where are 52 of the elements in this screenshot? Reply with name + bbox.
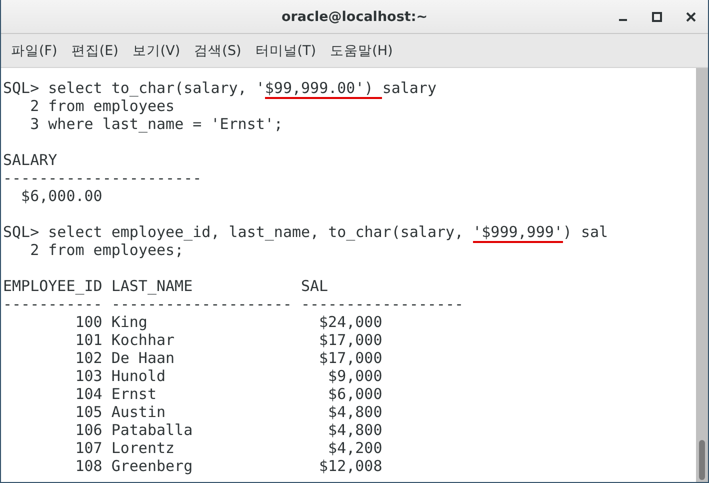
menu-item[interactable]: 보기(V) [132, 42, 180, 60]
table-cell-text: $17,000 [318, 349, 382, 367]
table-cell-text: Ernst [111, 385, 158, 403]
table-cell-text: $4,800 [327, 403, 382, 421]
table-cell-text: Austin [111, 403, 167, 421]
table-cell-text: 106 [74, 421, 102, 439]
terminal-line: ---------------------- [3, 169, 202, 187]
table-cell-text: 102 [74, 349, 102, 367]
table-cell-text: $4,200 [327, 439, 382, 457]
window-title: oracle@localhost:~ [281, 8, 428, 24]
menu-item[interactable]: 검색(S) [194, 42, 242, 60]
table-cell-text: 107 [74, 439, 102, 457]
table-cell-text: 104 [74, 385, 102, 403]
table-cell-text: $9,000 [327, 367, 382, 385]
maximize-icon[interactable] [652, 12, 662, 22]
table-cell-text: $17,000 [318, 331, 382, 349]
table-cell-text: King [111, 313, 148, 331]
column-rule: ------------------ [300, 295, 464, 313]
table-cell-text: 101 [74, 331, 102, 349]
menu-item[interactable]: 터미널(T) [255, 42, 316, 60]
table-cell-text: Lorentz [111, 439, 176, 457]
column-header: LAST_NAME [111, 277, 194, 295]
terminal-line: SQL> select to_char(salary, '$99,999.00') salary [3, 79, 436, 97]
table-cell-text: Pataballa [111, 421, 194, 439]
table-cell-text: 100 [74, 313, 102, 331]
close-icon[interactable] [686, 12, 696, 22]
table-cell-text: 103 [74, 367, 102, 385]
terminal-line: 3 where last_name = 'Ernst'; [29, 115, 283, 133]
column-header: SAL [300, 277, 330, 295]
table-cell-text: $24,000 [318, 313, 382, 331]
terminal-line: 2 from employees [29, 97, 175, 115]
scrollbar[interactable] [696, 68, 708, 482]
menu-item[interactable]: 도움말(H) [330, 42, 393, 60]
menu-item[interactable]: 편집(E) [71, 42, 118, 60]
scrollbar-thumb[interactable] [699, 440, 705, 480]
table-cell-text: 108 [74, 457, 102, 475]
terminal-line: SQL> select employee_id, last_name, to_char(salary, '$999,999') sal [3, 223, 608, 241]
table-cell-text: $12,008 [318, 457, 382, 475]
table-cell-text: $4,800 [327, 421, 382, 439]
column-header: EMPLOYEE_ID [3, 277, 102, 295]
column-rule: -------------------- [111, 295, 292, 313]
table-cell-text: Greenberg [111, 457, 194, 475]
menu-item[interactable]: 파일(F) [11, 42, 58, 60]
column-rule: ----------- [3, 295, 102, 313]
terminal-line: SALARY [3, 151, 58, 169]
table-cell-text: Kochhar [111, 331, 176, 349]
table-cell-text: $6,000 [327, 385, 382, 403]
terminal-line: 2 from employees; [29, 241, 184, 259]
table-cell-text: 105 [74, 403, 102, 421]
table-cell-text: De Haan [111, 349, 176, 367]
table-cell-text: Hunold [111, 367, 167, 385]
terminal-line: $6,000.00 [20, 187, 102, 205]
